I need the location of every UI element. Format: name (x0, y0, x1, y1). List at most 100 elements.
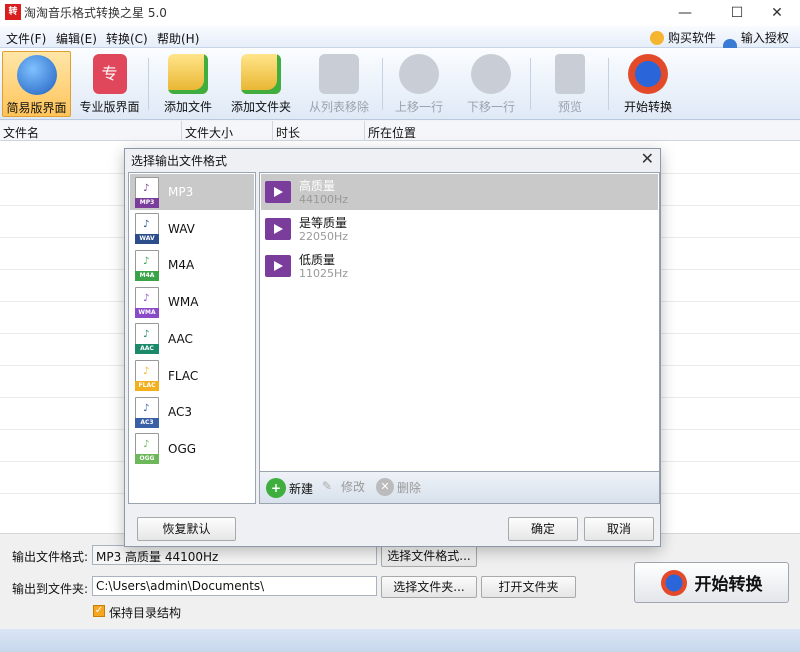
audio-file-icon: ♪ FLAC (135, 360, 159, 391)
format-item-wma[interactable]: ♪ WMA WMA (130, 284, 254, 320)
format-tag: WMA (135, 307, 159, 318)
format-item-mp3[interactable]: ♪ MP3 MP3 (130, 174, 254, 210)
simple-mode-button[interactable]: 简易版界面 (2, 51, 71, 117)
menu-bar: 文件(F) 编辑(E) 转换(C) 帮助(H) 购买软件 输入授权码 (0, 26, 800, 62)
add-folder-label: 添加文件夹 (230, 100, 291, 114)
music-note-icon: ♪ (143, 439, 150, 451)
format-label: OGG (168, 441, 197, 456)
format-label: AC3 (168, 405, 193, 420)
format-tag: AC3 (135, 417, 159, 428)
quality-rate: 22050Hz (299, 230, 349, 243)
edit-quality-button[interactable]: ✎ 修改 (322, 478, 365, 495)
quality-name: 是等质量 (299, 216, 348, 230)
music-note-icon: ♪ (143, 255, 150, 267)
pro-mode-button[interactable]: 专 专业版界面 (75, 51, 144, 117)
open-folder-button[interactable]: 打开文件夹 (481, 576, 576, 598)
format-tag: OGG (135, 454, 159, 465)
output-folder-field[interactable]: C:\Users\admin\Documents\ (92, 576, 377, 596)
audio-file-icon: ♪ OGG (135, 433, 159, 465)
format-label: WAV (168, 221, 195, 236)
move-down-button[interactable]: 下移一行 (460, 51, 522, 117)
globe-icon (16, 55, 57, 95)
buy-software-link[interactable]: 购买软件 (650, 29, 716, 46)
format-item-flac[interactable]: ♪ FLAC FLAC (130, 358, 254, 394)
app-logo-icon: 转 (5, 4, 21, 20)
simple-mode-label: 简易版界面 (6, 101, 67, 115)
column-header-filename[interactable]: 文件名 (0, 121, 182, 141)
arrow-up-icon (399, 54, 439, 94)
quality-item[interactable]: 是等质量 22050Hz (261, 211, 658, 247)
music-note-icon: ♪ (143, 329, 150, 341)
format-tag: MP3 (135, 197, 159, 208)
move-down-label: 下移一行 (466, 100, 515, 114)
format-item-aac[interactable]: ♪ AAC AAC (130, 321, 254, 357)
format-item-ac3[interactable]: ♪ AC3 AC3 (130, 394, 254, 430)
restore-default-button[interactable]: 恢复默认 (137, 517, 236, 541)
close-window-button[interactable]: ✕ (754, 0, 800, 26)
ok-button[interactable]: 确定 (508, 517, 578, 541)
buy-software-label: 购买软件 (668, 31, 717, 45)
format-item-wav[interactable]: ♪ WAV WAV (130, 211, 254, 247)
choose-format-button[interactable]: 选择文件格式... (381, 545, 477, 567)
column-header-size[interactable]: 文件大小 (182, 121, 273, 141)
quality-rate: 11025Hz (299, 267, 349, 280)
play-icon (628, 54, 668, 94)
format-list: ♪ MP3 MP3 ♪ WAV WAV ♪ M4A M4A ♪ WMA WMA ♪ AAC AAC ♪ FLAC… (128, 172, 256, 504)
menu-convert[interactable]: 转换(C) (106, 30, 148, 47)
start-convert-label: 开始转换 (623, 100, 672, 114)
music-note-icon: ♪ (143, 366, 150, 377)
pro-book-icon: 专 (92, 54, 127, 94)
column-header-duration[interactable]: 时长 (273, 121, 365, 141)
add-file-button[interactable]: 添加文件 (156, 51, 220, 117)
toolbar-separator (382, 58, 383, 110)
arrow-down-icon (471, 54, 511, 94)
keep-structure-checkbox[interactable]: ✓ (93, 605, 105, 617)
audio-file-icon: ♪ MP3 (135, 176, 159, 208)
delete-quality-label: 删除 (397, 480, 422, 495)
format-label: FLAC (168, 368, 199, 383)
delete-quality-button[interactable]: ✕ 删除 (376, 478, 421, 496)
format-label: M4A (168, 258, 195, 273)
dialog-close-button[interactable]: ✕ (641, 149, 654, 168)
heart-badge-icon (650, 30, 664, 45)
format-label: WMA (168, 295, 199, 310)
format-item-ogg[interactable]: ♪ OGG OGG (130, 431, 254, 467)
toolbar-separator (530, 58, 531, 110)
output-format-label: 输出文件格式: (12, 550, 89, 564)
audio-file-icon: ♪ AAC (135, 323, 159, 355)
move-up-label: 上移一行 (394, 100, 443, 114)
dialog-title: 选择输出文件格式 (131, 154, 228, 168)
audio-file-icon: ♪ M4A (135, 249, 159, 281)
status-bar (0, 629, 800, 652)
column-header-location[interactable]: 所在位置 (365, 121, 800, 141)
keep-structure-label: 保持目录结构 (109, 606, 182, 620)
menu-edit[interactable]: 编辑(E) (56, 30, 97, 47)
output-format-dialog: 选择输出文件格式 ✕ ♪ MP3 MP3 ♪ WAV WAV ♪ M4A M4A ♪ WMA WMA ♪… (124, 148, 661, 547)
video-play-icon (265, 181, 291, 203)
start-convert-button-label: 开始转换 (694, 575, 763, 595)
quality-item[interactable]: 高质量 44100Hz (261, 174, 658, 210)
menu-file[interactable]: 文件(F) (6, 30, 46, 47)
video-play-icon (265, 218, 291, 240)
format-item-m4a[interactable]: ♪ M4A M4A (130, 247, 254, 283)
preview-button[interactable]: 预览 (540, 51, 600, 117)
music-note-icon: ♪ (143, 292, 150, 304)
start-convert-toolbar-button[interactable]: 开始转换 (616, 51, 680, 117)
add-folder-button[interactable]: 添加文件夹 (228, 51, 294, 117)
start-convert-button[interactable]: 开始转换 (634, 562, 789, 603)
cancel-button[interactable]: 取消 (584, 517, 654, 541)
plus-icon: + (266, 478, 286, 498)
new-quality-button[interactable]: + 新建 (266, 478, 313, 498)
format-label: MP3 (168, 185, 194, 199)
format-tag: M4A (135, 270, 159, 281)
format-label: AAC (168, 331, 193, 346)
remove-from-list-button[interactable]: 从列表移除 (302, 51, 376, 117)
format-tag: FLAC (135, 381, 159, 391)
quality-item[interactable]: 低质量 11025Hz (261, 248, 658, 284)
menu-help[interactable]: 帮助(H) (157, 30, 199, 47)
play-icon (660, 569, 687, 596)
minimize-button[interactable]: — (662, 0, 708, 26)
move-up-button[interactable]: 上移一行 (388, 51, 450, 117)
choose-folder-button[interactable]: 选择文件夹... (381, 576, 477, 598)
title-bar: 转 淘淘音乐格式转换之星 5.0 — ☐ ✕ (0, 0, 800, 26)
